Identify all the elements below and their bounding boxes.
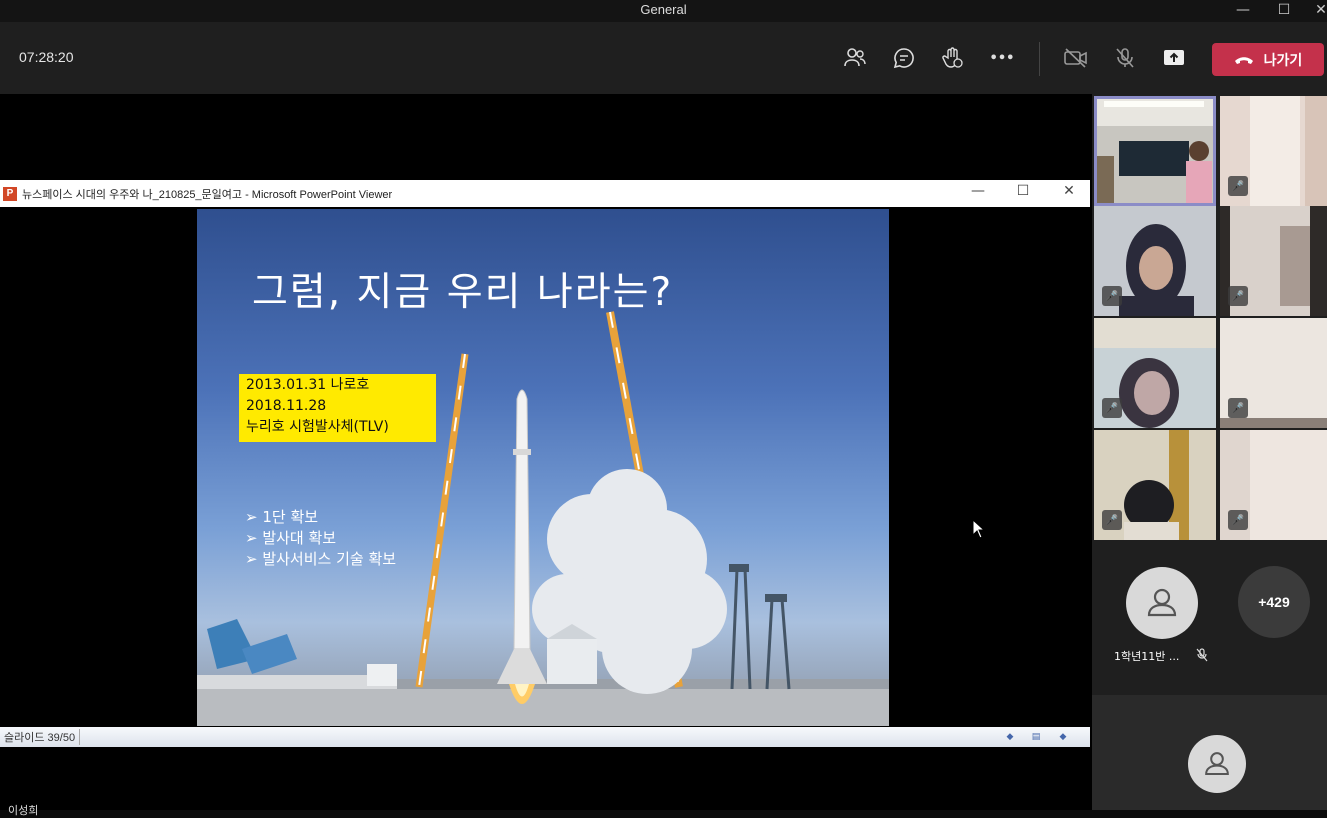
window-title: General: [640, 2, 687, 17]
muted-mic-icon: [1196, 648, 1208, 662]
participant-video-tile[interactable]: 🎤: [1220, 206, 1327, 316]
slide-bullet: ➢ 발사서비스 기술 확보: [245, 550, 397, 568]
muted-mic-icon: 🎤: [1228, 398, 1248, 418]
overflow-participants-button[interactable]: +429: [1238, 566, 1310, 638]
participant-video-tile[interactable]: [1094, 96, 1216, 206]
participant-video-tile[interactable]: 🎤: [1094, 430, 1216, 540]
share-tray-icon: [1164, 50, 1184, 65]
powerpoint-viewer-titlebar: P 뉴스페이스 시대의 우주와 나_210825_문일여고 - Microsof…: [0, 180, 1090, 207]
viewer-maximize-button[interactable]: ☐: [1008, 183, 1038, 203]
window-titlebar: General — ☐ ✕: [0, 0, 1327, 22]
participant-video-tile[interactable]: 🎤: [1220, 430, 1327, 540]
self-view-panel: [1092, 695, 1327, 810]
chat-icon: [893, 48, 914, 69]
viewer-minimize-button[interactable]: —: [963, 183, 993, 203]
toolbar-divider: [1039, 42, 1040, 76]
meeting-toolbar: 07:28:20 ••• 나가기: [0, 22, 1327, 94]
participant-video-tile[interactable]: 🎤: [1220, 96, 1327, 206]
slide-bullet-list: ➢ 1단 확보 ➢ 발사대 확보 ➢ 발사서비스 기술 확보: [245, 507, 396, 570]
slide-bullet: ➢ 1단 확보: [245, 508, 319, 526]
launch-date-line: 누리호 시험발사체(TLV): [246, 419, 389, 435]
more-icon: •••: [989, 50, 1015, 66]
participant-video-tile[interactable]: 🎤: [1220, 318, 1327, 428]
participant-video-tile[interactable]: 🎤: [1094, 206, 1216, 316]
mic-off-icon: [1116, 48, 1134, 68]
muted-mic-icon: 🎤: [1228, 176, 1248, 196]
self-avatar[interactable]: [1188, 735, 1246, 793]
slide-heading: 그럼, 지금 우리 나라는?: [252, 270, 674, 315]
launch-dates-box: 2013.01.31 나로호 2018.11.28 누리호 시험발사체(TLV): [239, 374, 436, 442]
mic-toggle-button[interactable]: [1111, 44, 1139, 72]
muted-mic-icon: 🎤: [1228, 510, 1248, 530]
share-tray-button[interactable]: [1160, 44, 1188, 72]
leave-button[interactable]: 나가기: [1212, 43, 1324, 76]
attendee-avatar[interactable]: [1126, 567, 1198, 639]
muted-mic-icon: 🎤: [1102, 510, 1122, 530]
person-icon: [1205, 752, 1229, 775]
menu-icon[interactable]: ▤: [1030, 731, 1042, 743]
slide-counter: 슬라이드 39/50: [0, 729, 81, 745]
raise-hand-icon: [942, 47, 963, 68]
participant-video-tile[interactable]: 🎤: [1094, 318, 1216, 428]
window-minimize-button[interactable]: —: [1225, 0, 1261, 22]
presenter-name: 이성희: [8, 804, 39, 817]
classroom-video-icon: [1094, 96, 1216, 206]
viewer-statusbar: 슬라이드 39/50 ◆ ▤ ◆: [0, 727, 1090, 747]
chat-button[interactable]: [890, 44, 918, 72]
next-slide-icon[interactable]: ◆: [1057, 731, 1069, 743]
previous-slide-icon[interactable]: ◆: [1004, 731, 1016, 743]
slide-bullet: ➢ 발사대 확보: [245, 529, 337, 547]
window-maximize-button[interactable]: ☐: [1266, 0, 1302, 22]
viewer-close-button[interactable]: ✕: [1054, 183, 1084, 203]
powerpoint-window-title: 뉴스페이스 시대의 우주와 나_210825_문일여고 - Microsoft …: [22, 189, 393, 201]
muted-mic-icon: 🎤: [1102, 286, 1122, 306]
attendee-name: 1학년11반 ...: [1114, 650, 1180, 663]
presentation-slide: 그럼, 지금 우리 나라는? 2013.01.31 나로호 2018.11.28…: [197, 209, 889, 726]
camera-toggle-button[interactable]: [1062, 44, 1090, 72]
phone-hangup-icon: [1234, 56, 1253, 64]
muted-mic-icon: 🎤: [1228, 286, 1248, 306]
launch-date-line: 2013.01.31 나로호: [246, 377, 370, 393]
powerpoint-app-icon: P: [3, 187, 17, 201]
raise-hand-button[interactable]: [939, 44, 967, 72]
participants-button[interactable]: [841, 44, 869, 72]
person-icon: [1147, 588, 1177, 617]
meeting-timer: 07:28:20: [19, 49, 74, 65]
window-close-button[interactable]: ✕: [1303, 0, 1327, 22]
more-options-button[interactable]: •••: [988, 44, 1016, 72]
camera-off-icon: [1064, 48, 1087, 68]
leave-button-label: 나가기: [1263, 52, 1303, 69]
participants-icon: [844, 48, 866, 67]
mouse-cursor-icon: [972, 519, 986, 539]
launch-date-line: 2018.11.28: [246, 398, 327, 414]
muted-mic-icon: 🎤: [1102, 398, 1122, 418]
